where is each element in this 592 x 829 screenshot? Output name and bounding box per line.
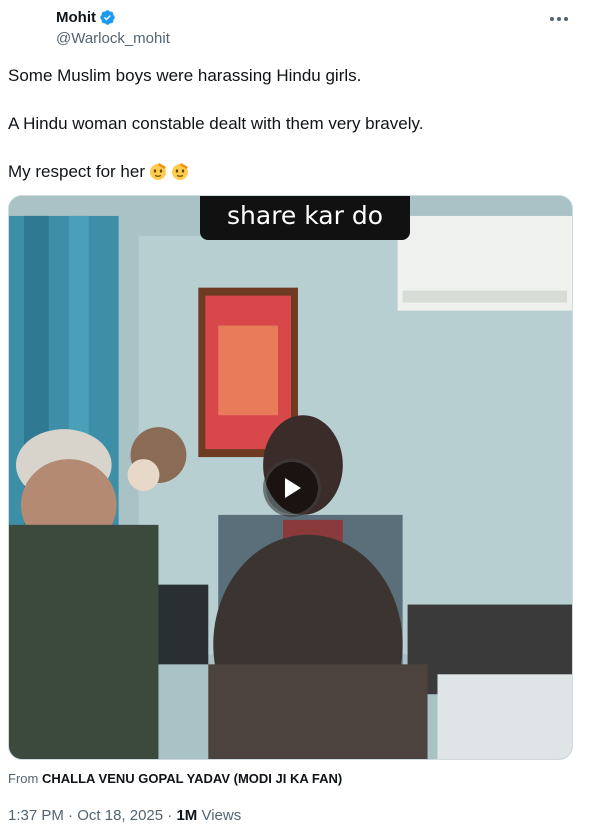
video-player[interactable]: share kar do bbox=[8, 195, 573, 760]
tweet-time[interactable]: 1:37 PM bbox=[8, 807, 64, 824]
tweet-line-2: A Hindu woman constable dealt with them … bbox=[8, 114, 424, 133]
author-handle[interactable]: @Warlock_mohit bbox=[56, 30, 170, 47]
tweet-meta: 1:37 PM · Oct 18, 2025 · 1M Views bbox=[8, 807, 241, 824]
tweet-date[interactable]: Oct 18, 2025 bbox=[77, 807, 163, 824]
source-name[interactable]: CHALLA VENU GOPAL YADAV (MODI JI KA FAN) bbox=[42, 771, 342, 786]
meta-separator: · bbox=[68, 807, 74, 824]
play-button[interactable] bbox=[263, 459, 321, 517]
meta-separator: · bbox=[167, 807, 173, 824]
tweet-line-1: Some Muslim boys were harassing Hindu gi… bbox=[8, 66, 362, 85]
play-icon bbox=[285, 478, 301, 498]
views-label: Views bbox=[201, 807, 242, 824]
author-name-row[interactable]: Mohit bbox=[56, 9, 116, 26]
more-options-icon[interactable] bbox=[548, 12, 570, 26]
tweet-header: Mohit @Warlock_mohit bbox=[0, 0, 592, 56]
video-caption-overlay: share kar do bbox=[200, 196, 410, 240]
saluting-face-icon bbox=[150, 163, 166, 180]
views-count[interactable]: 1M bbox=[176, 807, 197, 824]
author-name[interactable]: Mohit bbox=[56, 9, 96, 26]
tweet-line-3: My respect for her bbox=[8, 160, 578, 184]
tweet-text: Some Muslim boys were harassing Hindu gi… bbox=[8, 64, 578, 184]
saluting-face-icon bbox=[172, 163, 188, 180]
verified-badge-icon bbox=[100, 10, 115, 25]
media-source: From CHALLA VENU GOPAL YADAV (MODI JI KA… bbox=[8, 771, 342, 786]
source-prefix: From bbox=[8, 771, 39, 786]
tweet-line-3-text: My respect for her bbox=[8, 162, 145, 181]
